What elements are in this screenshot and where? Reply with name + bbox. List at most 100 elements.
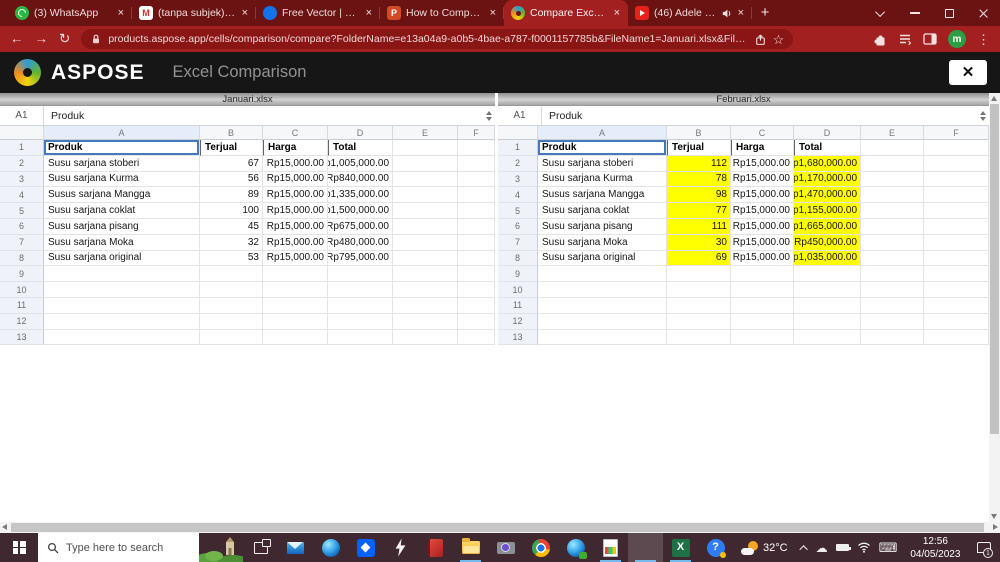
cell-D5[interactable]: Rp1,500,000.00 (328, 203, 393, 219)
cell-D8[interactable]: Rp795,000.00 (328, 250, 393, 267)
formula-input[interactable]: Produk (44, 106, 482, 125)
extensions-puzzle-icon[interactable] (873, 32, 887, 46)
cell-C11[interactable] (263, 297, 328, 314)
cell-D7[interactable]: Rp480,000.00 (328, 234, 393, 251)
cell-C1[interactable]: Harga (731, 140, 794, 156)
tab-powerpoint[interactable]: P How to Compare Two × (380, 0, 504, 26)
tray-chevron-icon[interactable] (798, 544, 808, 554)
tab-youtube[interactable]: (46) Adele - Love × (628, 0, 752, 26)
cell-C5[interactable]: Rp15,000.00 (731, 203, 794, 219)
cell-D4[interactable]: Rp1,335,000.00 (328, 187, 393, 204)
cell-C9[interactable] (731, 266, 794, 283)
column-header-D[interactable]: D (328, 126, 393, 140)
tab-close-icon[interactable]: × (737, 7, 745, 19)
cell-D3[interactable]: Rp840,000.00 (328, 171, 393, 188)
cell-D6[interactable]: Rp1,665,000.00 (794, 218, 861, 235)
cell-F13[interactable] (924, 329, 989, 346)
row-header-6[interactable]: 6 (0, 218, 44, 235)
cell-B12[interactable] (200, 313, 263, 330)
cell-B10[interactable] (200, 282, 263, 298)
cell-F9[interactable] (458, 266, 495, 283)
cell-B6[interactable]: 111 (667, 218, 731, 235)
cell-E12[interactable] (393, 313, 458, 330)
cell-B7[interactable]: 32 (200, 234, 263, 251)
cell-A13[interactable] (44, 329, 200, 346)
taskbar-app-lightning[interactable] (383, 533, 418, 562)
cell-F4[interactable] (924, 187, 989, 204)
column-header-B[interactable]: B (667, 126, 731, 140)
tab-aspose[interactable]: Compare Excel files O × (504, 0, 628, 26)
cell-A9[interactable] (538, 266, 667, 283)
cell-D11[interactable] (794, 297, 861, 314)
cell-B1[interactable]: Terjual (667, 140, 731, 156)
cell-A3[interactable]: Susu sarjana Kurma (538, 171, 667, 188)
cell-D4[interactable]: Rp1,470,000.00 (794, 187, 861, 204)
cell-E10[interactable] (861, 282, 924, 298)
cell-A12[interactable] (44, 313, 200, 330)
cell-C7[interactable]: Rp15,000.00 (731, 234, 794, 251)
cell-A10[interactable] (44, 282, 200, 298)
row-header-5[interactable]: 5 (498, 203, 538, 219)
scroll-down-arrow-icon[interactable] (991, 514, 997, 519)
row-header-10[interactable]: 10 (0, 282, 44, 298)
horizontal-scrollbar-thumb[interactable] (11, 523, 984, 532)
cell-E5[interactable] (861, 203, 924, 219)
cell-D9[interactable] (794, 266, 861, 283)
taskbar-app-chrome-active[interactable] (628, 533, 664, 562)
cell-B9[interactable] (667, 266, 731, 283)
cell-F7[interactable] (924, 234, 989, 251)
cell-E10[interactable] (393, 282, 458, 298)
cell-A6[interactable]: Susu sarjana pisang (44, 218, 200, 235)
tab-gmail[interactable]: M (tanpa subjek) - miller × (132, 0, 256, 26)
bookmark-star-icon[interactable]: ☆ (773, 33, 785, 46)
forward-button[interactable]: → (35, 32, 49, 46)
cell-E2[interactable] (393, 155, 458, 172)
row-header-1[interactable]: 1 (498, 140, 538, 156)
cell-C13[interactable] (263, 329, 328, 346)
address-bar[interactable]: products.aspose.app/cells/comparison/com… (81, 29, 794, 49)
row-header-11[interactable]: 11 (0, 297, 44, 314)
row-header-3[interactable]: 3 (498, 171, 538, 188)
cell-C11[interactable] (731, 297, 794, 314)
back-button[interactable]: ← (10, 32, 24, 46)
new-tab-button[interactable]: + (752, 0, 778, 26)
row-header-9[interactable]: 9 (498, 266, 538, 283)
scroll-right-arrow-icon[interactable] (993, 524, 998, 530)
cell-E7[interactable] (861, 234, 924, 251)
taskbar-app-mail[interactable] (278, 533, 313, 562)
maximize-button[interactable] (932, 0, 966, 26)
tab-close-icon[interactable]: × (117, 7, 125, 19)
cell-F7[interactable] (458, 234, 495, 251)
row-header-8[interactable]: 8 (498, 250, 538, 267)
row-header-10[interactable]: 10 (498, 282, 538, 298)
comparison-close-button[interactable]: ✕ (949, 60, 987, 85)
column-header-B[interactable]: B (200, 126, 263, 140)
cell-D9[interactable] (328, 266, 393, 283)
cell-E11[interactable] (393, 297, 458, 314)
cell-D3[interactable]: Rp1,170,000.00 (794, 171, 861, 188)
cell-A2[interactable]: Susu sarjana stoberi (44, 155, 200, 172)
cell-F8[interactable] (924, 250, 989, 267)
side-panel-icon[interactable] (923, 33, 937, 45)
column-header-F[interactable]: F (924, 126, 989, 140)
cell-D12[interactable] (328, 313, 393, 330)
cell-C1[interactable]: Harga (263, 140, 328, 156)
cell-F11[interactable] (458, 297, 495, 314)
cell-E9[interactable] (393, 266, 458, 283)
cell-C2[interactable]: Rp15,000.00 (263, 155, 328, 172)
column-header-A[interactable]: A (538, 126, 667, 140)
row-header-1[interactable]: 1 (0, 140, 44, 156)
scroll-up-arrow-icon[interactable] (991, 96, 997, 101)
reading-list-icon[interactable] (898, 33, 912, 45)
profile-avatar[interactable]: m (948, 30, 966, 48)
tab-whatsapp[interactable]: (3) WhatsApp × (8, 0, 132, 26)
cell-E11[interactable] (861, 297, 924, 314)
cell-B7[interactable]: 30 (667, 234, 731, 251)
taskbar-app-file-explorer[interactable] (453, 533, 488, 562)
cell-F6[interactable] (458, 218, 495, 235)
url-text[interactable]: products.aspose.app/cells/comparison/com… (108, 33, 747, 45)
cell-C8[interactable]: Rp15,000.00 (263, 250, 328, 267)
cell-reference-box[interactable]: A1 (0, 106, 44, 125)
tab-search-icon[interactable] (864, 0, 898, 26)
cell-E6[interactable] (393, 218, 458, 235)
